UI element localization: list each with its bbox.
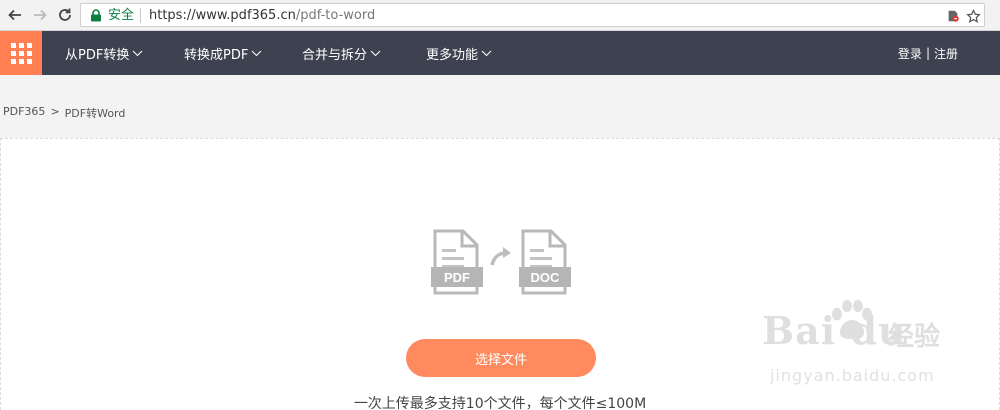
menu-more[interactable]: 更多功能 — [426, 31, 492, 75]
breadcrumb: PDF365 > PDF转Word — [3, 105, 125, 121]
menu-label: 更多功能 — [426, 47, 479, 63]
select-file-button[interactable]: 选择文件 — [406, 339, 596, 377]
url-host: https://www.pdf365.cn — [149, 8, 296, 23]
forward-icon[interactable] — [30, 5, 50, 25]
grid-icon — [10, 42, 32, 64]
chevron-down-icon — [370, 50, 381, 56]
address-bar[interactable]: 安全 https://www.pdf365.cn/pdf-to-word — [80, 3, 985, 27]
chevron-down-icon — [481, 50, 492, 56]
url-text[interactable]: https://www.pdf365.cn/pdf-to-word — [149, 7, 375, 24]
menu-from-pdf[interactable]: 从PDF转换 — [65, 31, 143, 75]
register-link[interactable]: 注册 — [934, 45, 958, 62]
url-path: /pdf-to-word — [295, 8, 376, 23]
browser-toolbar: 安全 https://www.pdf365.cn/pdf-to-word — [0, 0, 1000, 31]
pdf-label: PDF — [444, 270, 470, 285]
reload-icon[interactable] — [55, 5, 75, 25]
pdf-to-doc-icon: PDF DOC — [431, 229, 571, 295]
star-icon[interactable] — [965, 8, 981, 24]
doc-label: DOC — [531, 270, 561, 285]
omnibox-divider — [140, 8, 141, 23]
menu-label: 合并与拆分 — [302, 47, 368, 63]
menu-label: 从PDF转换 — [65, 47, 130, 63]
baidu-jingyan-watermark: Bai du 经验 jingyan.baidu.com — [762, 300, 952, 390]
auth-links: 登录 | 注册 — [898, 31, 958, 75]
breadcrumb-current: PDF转Word — [64, 107, 126, 120]
menu-label: 转换成PDF — [184, 47, 249, 63]
paw-icon — [832, 300, 872, 339]
chevron-down-icon — [132, 50, 143, 56]
extension-icon[interactable] — [945, 8, 961, 24]
lock-icon — [91, 9, 101, 22]
watermark-jingyan: 经验 — [888, 322, 941, 352]
chevron-down-icon — [251, 50, 262, 56]
upload-hint: 一次上传最多支持10个文件，每个文件≤100M — [353, 396, 647, 410]
menu-to-pdf[interactable]: 转换成PDF — [184, 31, 262, 75]
login-link[interactable]: 登录 — [898, 45, 922, 62]
secure-label: 安全 — [108, 8, 135, 23]
site-header: 从PDF转换 转换成PDF 合并与拆分 更多功能 登录 | 注册 — [0, 31, 1000, 75]
watermark-url: jingyan.baidu.com — [770, 366, 935, 385]
back-icon[interactable] — [5, 5, 25, 25]
breadcrumb-arrow: > — [50, 105, 60, 118]
menu-merge-split[interactable]: 合并与拆分 — [302, 31, 381, 75]
apps-menu-button[interactable] — [0, 31, 42, 75]
breadcrumb-home[interactable]: PDF365 — [3, 105, 45, 121]
auth-separator: | — [925, 46, 930, 60]
